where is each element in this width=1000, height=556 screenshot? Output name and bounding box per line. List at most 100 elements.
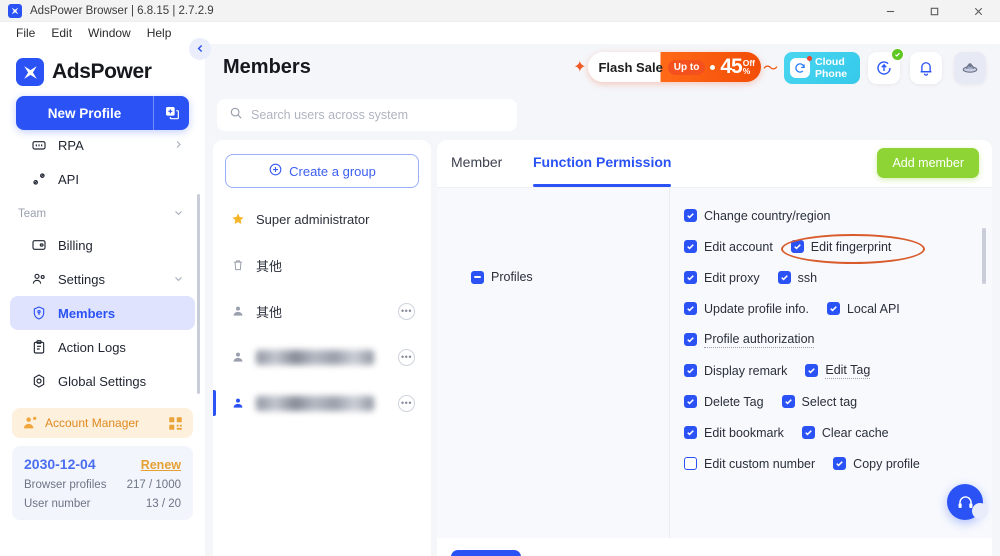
flash-sale-discount: 45 [720,55,742,78]
permission-change-country-region[interactable]: Change country/region [684,209,830,223]
left-sidebar: AdsPower New Profile RPA API Team Billin… [0,44,205,556]
permission-edit-custom-number[interactable]: Edit custom number [684,457,815,471]
qr-code-icon[interactable] [168,416,183,431]
menu-file[interactable]: File [8,24,43,42]
more-dots-icon[interactable]: ••• [398,348,415,366]
maximize-icon[interactable] [912,0,956,22]
checkbox-indeterminate[interactable] [471,270,484,284]
checkbox-checked[interactable] [684,302,697,315]
checkbox-checked[interactable] [684,364,697,377]
permission-update-profile-info[interactable]: Update profile info. [684,302,809,316]
app-window: AdsPower Browser | 6.8.15 | 2.7.2.9 File… [0,0,1000,556]
user-avatar-icon[interactable] [954,52,986,84]
sidebar-item-settings[interactable]: Settings [10,262,195,296]
flash-sale-pill: Flash Sale Up to 45 Off % [588,52,761,82]
create-group-button[interactable]: Create a group [225,154,419,188]
new-profile-button[interactable]: New Profile [16,96,189,130]
group-item-other[interactable]: 其他 ••• [225,296,419,326]
group-item-trash[interactable]: 其他 [225,250,419,280]
search-input[interactable] [251,108,505,122]
permission-row: Edit bookmark Clear cache [684,417,976,448]
permission-edit-proxy[interactable]: Edit proxy [684,271,760,285]
permission-scrollbar[interactable] [982,228,986,284]
checkbox-checked[interactable] [781,395,795,408]
checkbox-checked[interactable] [684,426,697,439]
checkbox-checked[interactable] [801,426,815,439]
menu-edit[interactable]: Edit [43,24,80,42]
headset-support-icon[interactable] [947,484,988,520]
close-icon[interactable] [956,0,1000,22]
sidebar-item-members[interactable]: Members [10,296,195,330]
permission-profile-authorization[interactable]: Profile authorization [684,332,815,348]
group-item-blurred-2[interactable]: ••• [213,388,419,418]
chevron-down-icon [174,270,183,288]
permission-display-remark[interactable]: Display remark [684,364,787,378]
sidebar-item-global-settings[interactable]: Global Settings [10,364,195,398]
checkbox-checked[interactable] [684,240,697,253]
flash-sale-upto: Up to [667,59,706,75]
cloud-phone-line2: Phone [815,68,848,80]
checkbox-checked[interactable] [805,364,819,377]
add-member-button[interactable]: Add member [877,148,979,178]
sidebar-collapse-button[interactable] [189,38,211,60]
permission-label: Edit proxy [704,270,760,285]
checkbox-checked[interactable] [684,333,697,346]
notification-bell-icon[interactable] [910,52,942,84]
permission-label: Edit fingerprint [810,239,892,254]
flash-sale-tail-icon: 〜 [762,59,778,77]
permission-edit-bookmark[interactable]: Edit bookmark [684,426,784,440]
tab-member[interactable]: Member [451,154,502,170]
flash-sale-banner[interactable]: ✦ Flash Sale Up to 45 Off % 〜 [573,52,778,82]
sidebar-item-api[interactable]: API [10,162,195,196]
new-profile-wrap: New Profile [0,96,205,130]
group-item-blurred-1[interactable]: ••• [225,342,419,372]
ok-button[interactable]: OK [451,550,521,556]
permission-label: Select tag [801,394,858,409]
menu-help[interactable]: Help [139,24,180,42]
account-manager-banner[interactable]: Account Manager [12,408,193,438]
permission-delete-tag[interactable]: Delete Tag [684,395,764,409]
more-dots-icon[interactable]: ••• [398,302,415,320]
sidebar-scrollbar[interactable] [197,194,200,394]
group-item-super-administrator[interactable]: Super administrator [225,204,419,234]
checkbox-checked[interactable] [833,457,847,470]
more-dots-icon[interactable]: ••• [398,394,415,412]
menu-window[interactable]: Window [80,24,139,42]
permission-ssh[interactable]: ssh [777,271,817,285]
checkbox-checked[interactable] [684,271,697,284]
sidebar-group-team[interactable]: Team [0,200,205,228]
add-copy-icon[interactable] [153,96,189,130]
api-icon [30,170,48,188]
cloud-phone-button[interactable]: Cloud Phone [784,52,860,84]
permission-local-api[interactable]: Local API [826,302,900,316]
renew-link[interactable]: Renew [141,458,181,472]
sidebar-item-label: Settings [58,271,105,287]
sidebar-item-rpa[interactable]: RPA [10,128,195,162]
permission-label: Edit account [704,239,773,254]
sidebar-item-billing[interactable]: Billing [10,228,195,262]
permission-edit-fingerprint[interactable]: Edit fingerprint [780,233,925,264]
sync-update-icon[interactable] [868,48,904,84]
chevron-right-icon [174,136,183,154]
permission-select-tag[interactable]: Select tag [781,394,858,409]
permission-copy-profile[interactable]: Copy profile [833,457,920,471]
minimize-icon[interactable] [868,0,912,22]
user-icon [231,396,247,410]
checkbox-checked[interactable] [684,395,697,408]
clipboard-icon [30,338,48,356]
permission-root-profiles[interactable]: Profiles [471,270,533,284]
checkbox-checked[interactable] [826,302,840,315]
checkbox-checked[interactable] [790,240,804,253]
check-badge-icon [891,48,904,61]
sidebar-item-action-logs[interactable]: Action Logs [10,330,195,364]
checkbox-unchecked[interactable] [684,457,697,470]
checkbox-checked[interactable] [777,271,791,284]
permission-clear-cache[interactable]: Clear cache [801,426,889,440]
search-bar[interactable] [217,99,517,131]
tab-function-permission[interactable]: Function Permission [533,154,672,187]
permission-edit-tag[interactable]: Edit Tag [805,363,871,379]
brand-name: AdsPower [52,60,152,83]
plan-row-label: User number [24,498,91,510]
checkbox-checked[interactable] [684,209,697,222]
permission-edit-account[interactable]: Edit account [684,240,773,254]
